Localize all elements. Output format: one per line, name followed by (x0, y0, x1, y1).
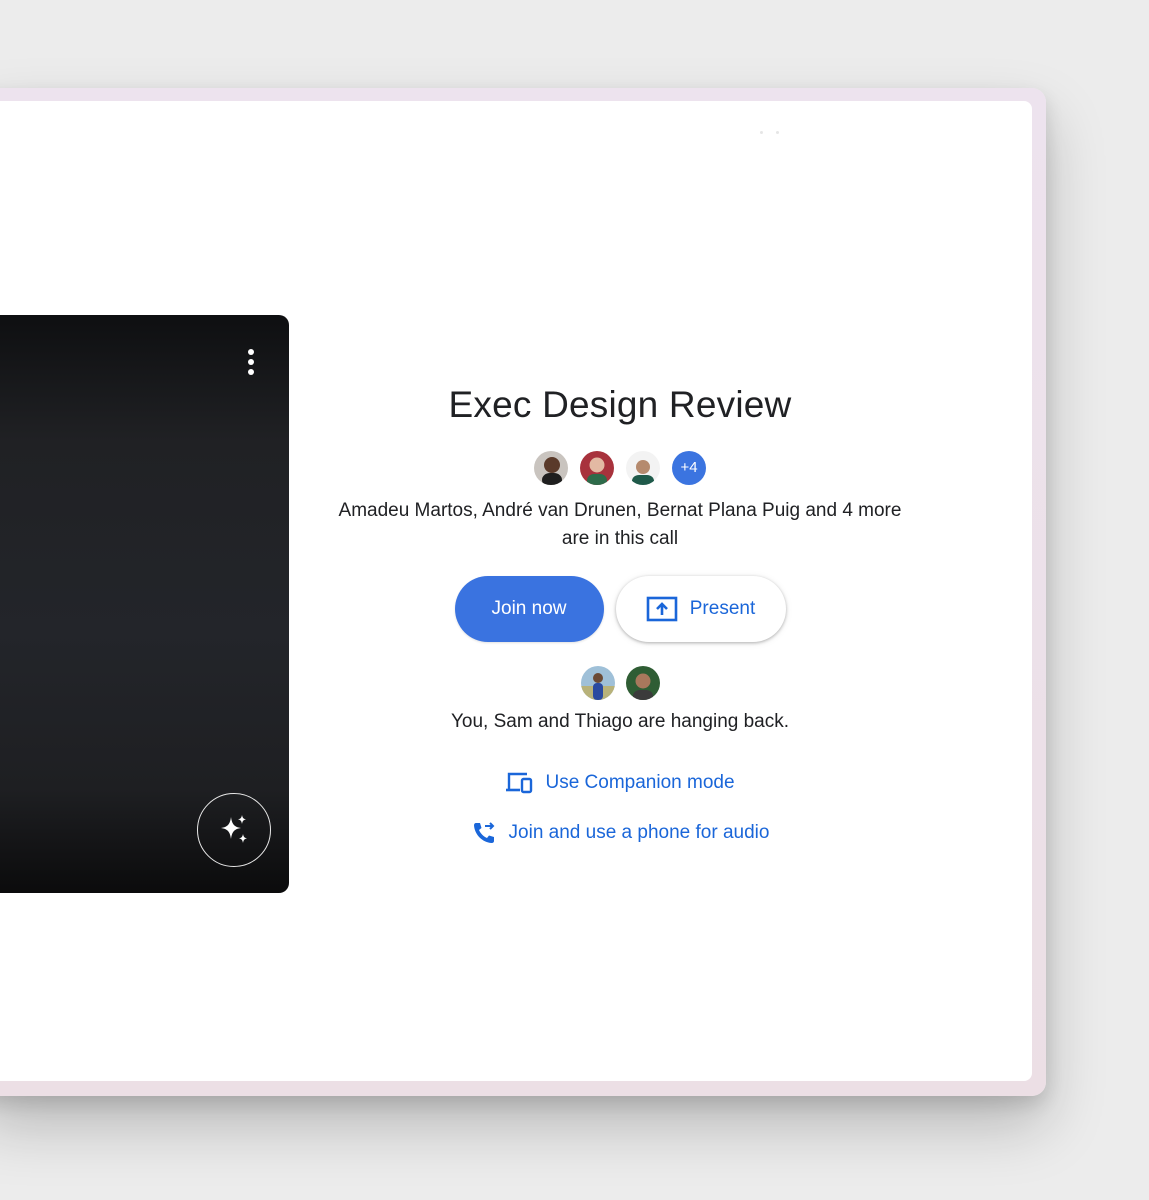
join-now-button[interactable]: Join now (454, 576, 604, 642)
companion-mode-label: Use Companion mode (545, 772, 735, 793)
hanging-back-avatars (317, 666, 923, 700)
present-label: Present (689, 598, 756, 619)
self-video-preview (0, 315, 289, 893)
phone-audio-link[interactable]: Join and use a phone for audio (317, 819, 923, 847)
camera-indicator (760, 131, 782, 135)
meeting-title: Exec Design Review (448, 384, 792, 425)
participants-summary: Amadeu Martos, André van Drunen, Bernat … (338, 500, 902, 549)
avatar (580, 666, 615, 700)
avatar (534, 451, 568, 485)
phone-audio-label: Join and use a phone for audio (508, 822, 770, 843)
phone-forward-icon (473, 822, 494, 843)
avatar (626, 451, 660, 485)
visual-effects-button[interactable] (197, 793, 271, 867)
participant-avatars: +4 (317, 451, 923, 485)
avatar (625, 666, 660, 700)
hanging-back-text: You, Sam and Thiago are hanging back. (450, 711, 790, 732)
meeting-lobby-screen: Exec Design Review +4 Amadeu Martos, And… (0, 101, 1032, 1081)
device-frame: Exec Design Review +4 Amadeu Martos, And… (0, 88, 1046, 1096)
present-button[interactable]: Present (615, 576, 786, 642)
sparkle-icon (221, 815, 247, 843)
present-screen-icon (646, 596, 678, 622)
more-participants-badge: +4 (672, 451, 706, 485)
join-panel: Exec Design Review +4 Amadeu Martos, And… (317, 381, 923, 847)
more-options-icon[interactable] (247, 349, 255, 375)
join-actions: Join now Present (317, 576, 923, 642)
companion-devices-icon (506, 772, 533, 794)
companion-mode-link[interactable]: Use Companion mode (317, 769, 923, 797)
avatar (580, 451, 614, 485)
